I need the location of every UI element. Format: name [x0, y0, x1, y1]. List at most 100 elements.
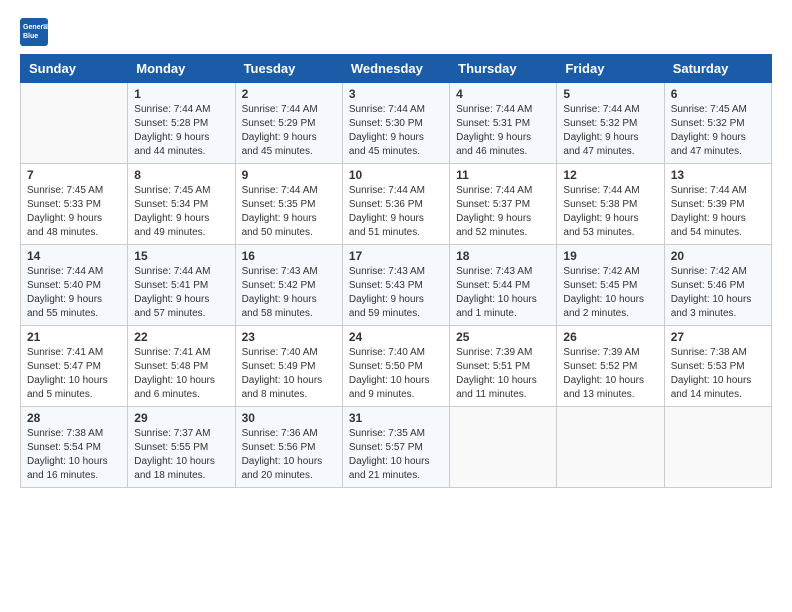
calendar-cell: 21 Sunrise: 7:41 AMSunset: 5:47 PMDaylig…	[21, 326, 128, 407]
cell-info: Sunrise: 7:44 AMSunset: 5:37 PMDaylight:…	[456, 185, 532, 238]
header-day-tuesday: Tuesday	[235, 55, 342, 83]
calendar-cell: 27 Sunrise: 7:38 AMSunset: 5:53 PMDaylig…	[664, 326, 771, 407]
cell-info: Sunrise: 7:42 AMSunset: 5:46 PMDaylight:…	[671, 266, 752, 319]
calendar-cell: 31 Sunrise: 7:35 AMSunset: 5:57 PMDaylig…	[342, 407, 449, 488]
calendar-cell: 20 Sunrise: 7:42 AMSunset: 5:46 PMDaylig…	[664, 245, 771, 326]
calendar-cell: 8 Sunrise: 7:45 AMSunset: 5:34 PMDayligh…	[128, 164, 235, 245]
day-number: 16	[242, 249, 336, 263]
page: General Blue SundayMondayTuesdayWednesda…	[0, 0, 792, 612]
calendar-cell: 18 Sunrise: 7:43 AMSunset: 5:44 PMDaylig…	[450, 245, 557, 326]
cell-info: Sunrise: 7:44 AMSunset: 5:35 PMDaylight:…	[242, 185, 318, 238]
header-day-wednesday: Wednesday	[342, 55, 449, 83]
day-number: 1	[134, 87, 228, 101]
day-number: 7	[27, 168, 121, 182]
calendar-cell: 14 Sunrise: 7:44 AMSunset: 5:40 PMDaylig…	[21, 245, 128, 326]
day-number: 9	[242, 168, 336, 182]
cell-info: Sunrise: 7:38 AMSunset: 5:54 PMDaylight:…	[27, 428, 108, 481]
cell-info: Sunrise: 7:42 AMSunset: 5:45 PMDaylight:…	[563, 266, 644, 319]
calendar-cell: 16 Sunrise: 7:43 AMSunset: 5:42 PMDaylig…	[235, 245, 342, 326]
day-number: 19	[563, 249, 657, 263]
calendar-cell	[450, 407, 557, 488]
day-number: 17	[349, 249, 443, 263]
calendar-cell	[664, 407, 771, 488]
cell-info: Sunrise: 7:44 AMSunset: 5:40 PMDaylight:…	[27, 266, 103, 319]
header-day-thursday: Thursday	[450, 55, 557, 83]
cell-info: Sunrise: 7:44 AMSunset: 5:36 PMDaylight:…	[349, 185, 425, 238]
cell-info: Sunrise: 7:36 AMSunset: 5:56 PMDaylight:…	[242, 428, 323, 481]
calendar-cell: 7 Sunrise: 7:45 AMSunset: 5:33 PMDayligh…	[21, 164, 128, 245]
header-day-saturday: Saturday	[664, 55, 771, 83]
cell-info: Sunrise: 7:43 AMSunset: 5:42 PMDaylight:…	[242, 266, 318, 319]
day-number: 21	[27, 330, 121, 344]
cell-info: Sunrise: 7:43 AMSunset: 5:44 PMDaylight:…	[456, 266, 537, 319]
cell-info: Sunrise: 7:44 AMSunset: 5:29 PMDaylight:…	[242, 104, 318, 157]
cell-info: Sunrise: 7:44 AMSunset: 5:31 PMDaylight:…	[456, 104, 532, 157]
calendar-cell: 6 Sunrise: 7:45 AMSunset: 5:32 PMDayligh…	[664, 83, 771, 164]
day-number: 11	[456, 168, 550, 182]
day-number: 31	[349, 411, 443, 425]
day-number: 13	[671, 168, 765, 182]
day-number: 24	[349, 330, 443, 344]
calendar-cell: 26 Sunrise: 7:39 AMSunset: 5:52 PMDaylig…	[557, 326, 664, 407]
day-number: 12	[563, 168, 657, 182]
calendar-cell: 3 Sunrise: 7:44 AMSunset: 5:30 PMDayligh…	[342, 83, 449, 164]
day-number: 2	[242, 87, 336, 101]
cell-info: Sunrise: 7:38 AMSunset: 5:53 PMDaylight:…	[671, 347, 752, 400]
calendar-cell: 1 Sunrise: 7:44 AMSunset: 5:28 PMDayligh…	[128, 83, 235, 164]
week-row-2: 14 Sunrise: 7:44 AMSunset: 5:40 PMDaylig…	[21, 245, 772, 326]
calendar-cell: 12 Sunrise: 7:44 AMSunset: 5:38 PMDaylig…	[557, 164, 664, 245]
cell-info: Sunrise: 7:41 AMSunset: 5:47 PMDaylight:…	[27, 347, 108, 400]
day-number: 26	[563, 330, 657, 344]
cell-info: Sunrise: 7:41 AMSunset: 5:48 PMDaylight:…	[134, 347, 215, 400]
calendar-cell: 29 Sunrise: 7:37 AMSunset: 5:55 PMDaylig…	[128, 407, 235, 488]
calendar-cell: 28 Sunrise: 7:38 AMSunset: 5:54 PMDaylig…	[21, 407, 128, 488]
day-number: 14	[27, 249, 121, 263]
calendar-cell: 13 Sunrise: 7:44 AMSunset: 5:39 PMDaylig…	[664, 164, 771, 245]
cell-info: Sunrise: 7:39 AMSunset: 5:52 PMDaylight:…	[563, 347, 644, 400]
logo-icon: General Blue	[20, 18, 48, 46]
cell-info: Sunrise: 7:40 AMSunset: 5:49 PMDaylight:…	[242, 347, 323, 400]
cell-info: Sunrise: 7:45 AMSunset: 5:33 PMDaylight:…	[27, 185, 103, 238]
calendar-cell: 23 Sunrise: 7:40 AMSunset: 5:49 PMDaylig…	[235, 326, 342, 407]
day-number: 22	[134, 330, 228, 344]
day-number: 30	[242, 411, 336, 425]
calendar-cell: 2 Sunrise: 7:44 AMSunset: 5:29 PMDayligh…	[235, 83, 342, 164]
cell-info: Sunrise: 7:44 AMSunset: 5:28 PMDaylight:…	[134, 104, 210, 157]
cell-info: Sunrise: 7:45 AMSunset: 5:32 PMDaylight:…	[671, 104, 747, 157]
calendar-cell: 17 Sunrise: 7:43 AMSunset: 5:43 PMDaylig…	[342, 245, 449, 326]
calendar-cell: 5 Sunrise: 7:44 AMSunset: 5:32 PMDayligh…	[557, 83, 664, 164]
header-day-sunday: Sunday	[21, 55, 128, 83]
calendar-cell: 10 Sunrise: 7:44 AMSunset: 5:36 PMDaylig…	[342, 164, 449, 245]
cell-info: Sunrise: 7:35 AMSunset: 5:57 PMDaylight:…	[349, 428, 430, 481]
day-number: 6	[671, 87, 765, 101]
day-number: 18	[456, 249, 550, 263]
week-row-4: 28 Sunrise: 7:38 AMSunset: 5:54 PMDaylig…	[21, 407, 772, 488]
svg-text:Blue: Blue	[23, 33, 38, 40]
calendar-cell: 11 Sunrise: 7:44 AMSunset: 5:37 PMDaylig…	[450, 164, 557, 245]
cell-info: Sunrise: 7:43 AMSunset: 5:43 PMDaylight:…	[349, 266, 425, 319]
week-row-0: 1 Sunrise: 7:44 AMSunset: 5:28 PMDayligh…	[21, 83, 772, 164]
day-number: 27	[671, 330, 765, 344]
day-number: 5	[563, 87, 657, 101]
day-number: 4	[456, 87, 550, 101]
cell-info: Sunrise: 7:44 AMSunset: 5:30 PMDaylight:…	[349, 104, 425, 157]
calendar-cell: 22 Sunrise: 7:41 AMSunset: 5:48 PMDaylig…	[128, 326, 235, 407]
calendar-cell: 30 Sunrise: 7:36 AMSunset: 5:56 PMDaylig…	[235, 407, 342, 488]
calendar-cell: 19 Sunrise: 7:42 AMSunset: 5:45 PMDaylig…	[557, 245, 664, 326]
header-row: SundayMondayTuesdayWednesdayThursdayFrid…	[21, 55, 772, 83]
cell-info: Sunrise: 7:44 AMSunset: 5:32 PMDaylight:…	[563, 104, 639, 157]
day-number: 3	[349, 87, 443, 101]
header-day-monday: Monday	[128, 55, 235, 83]
cell-info: Sunrise: 7:45 AMSunset: 5:34 PMDaylight:…	[134, 185, 210, 238]
week-row-1: 7 Sunrise: 7:45 AMSunset: 5:33 PMDayligh…	[21, 164, 772, 245]
header-day-friday: Friday	[557, 55, 664, 83]
day-number: 23	[242, 330, 336, 344]
cell-info: Sunrise: 7:44 AMSunset: 5:41 PMDaylight:…	[134, 266, 210, 319]
day-number: 28	[27, 411, 121, 425]
week-row-3: 21 Sunrise: 7:41 AMSunset: 5:47 PMDaylig…	[21, 326, 772, 407]
calendar-cell: 4 Sunrise: 7:44 AMSunset: 5:31 PMDayligh…	[450, 83, 557, 164]
calendar-cell: 24 Sunrise: 7:40 AMSunset: 5:50 PMDaylig…	[342, 326, 449, 407]
calendar-cell: 9 Sunrise: 7:44 AMSunset: 5:35 PMDayligh…	[235, 164, 342, 245]
calendar-cell	[21, 83, 128, 164]
cell-info: Sunrise: 7:37 AMSunset: 5:55 PMDaylight:…	[134, 428, 215, 481]
